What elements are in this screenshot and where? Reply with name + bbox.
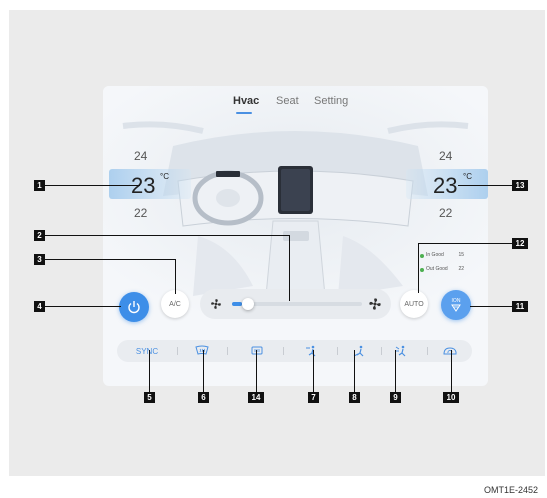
- vent-feet-icon: [395, 345, 406, 357]
- tab-hvac[interactable]: Hvac: [233, 95, 259, 107]
- ion-button[interactable]: ION: [441, 290, 471, 320]
- ac-button[interactable]: A/C: [161, 290, 189, 318]
- callout-line-13: [458, 185, 512, 186]
- tab-setting[interactable]: Setting: [314, 95, 348, 107]
- rear-defrost-button[interactable]: [242, 340, 272, 362]
- callout-marker: 8: [349, 392, 360, 403]
- vent-face-icon: [306, 345, 316, 357]
- front-defrost-icon: [195, 345, 209, 355]
- callout-line-9: [395, 350, 396, 392]
- separator: [337, 347, 338, 355]
- callout-line-4: [45, 306, 121, 307]
- ionizer-icon: [451, 304, 461, 312]
- fan-slider-fill: [232, 302, 242, 306]
- left-temp-upper[interactable]: 24: [134, 149, 147, 163]
- callout-marker: 13: [512, 180, 528, 191]
- callout-line-7: [313, 350, 314, 392]
- out-good-dot: [420, 268, 424, 272]
- rear-defrost-icon: [251, 346, 263, 355]
- fan-slider-track[interactable]: [232, 298, 362, 310]
- left-temp-unit: °C: [160, 172, 169, 181]
- sync-label: SYNC: [135, 346, 159, 356]
- callout-marker: 3: [34, 254, 45, 265]
- fan-high-icon: [369, 298, 381, 310]
- in-good-value: 15: [458, 252, 464, 258]
- callout-line-12-drop: [418, 243, 419, 293]
- separator: [427, 347, 428, 355]
- callout-marker: 7: [308, 392, 319, 403]
- vent-face-feet-icon: [353, 345, 364, 357]
- callout-line-2-drop: [289, 235, 290, 301]
- air-quality-in-row: In Good 15: [416, 252, 474, 261]
- callout-line-12: [418, 243, 512, 244]
- vent-face-button[interactable]: [297, 340, 327, 362]
- fan-low-icon: [211, 299, 221, 309]
- front-defrost-button[interactable]: [187, 340, 217, 362]
- callout-line-14: [256, 350, 257, 392]
- callout-marker: 14: [248, 392, 264, 403]
- air-quality-out-row: Out Good 22: [416, 266, 474, 275]
- air-quality-panel: In Good 15 Out Good 22: [416, 249, 474, 279]
- fan-slider-knob[interactable]: [242, 298, 254, 310]
- tab-seat[interactable]: Seat: [276, 95, 299, 107]
- callout-marker: 5: [144, 392, 155, 403]
- power-button[interactable]: [119, 292, 149, 322]
- auto-label: AUTO: [404, 300, 424, 308]
- callout-line-3: [45, 259, 175, 260]
- callout-line-1: [45, 185, 140, 186]
- left-temp-current[interactable]: 23: [131, 173, 155, 199]
- callout-line-5: [149, 350, 150, 392]
- out-good-label: Out Good: [426, 266, 448, 272]
- callout-marker: 4: [34, 301, 45, 312]
- vent-feet-button[interactable]: [387, 340, 417, 362]
- callout-marker: 12: [512, 238, 528, 249]
- in-good-label: In Good: [426, 252, 444, 258]
- active-tab-indicator: [236, 112, 252, 114]
- callout-line-6: [203, 350, 204, 392]
- figure-code: OMT1E-2452: [484, 485, 539, 495]
- separator: [177, 347, 178, 355]
- separator: [283, 347, 284, 355]
- callout-marker: 6: [198, 392, 209, 403]
- in-good-dot: [420, 254, 424, 258]
- callout-marker: 10: [443, 392, 459, 403]
- right-temp-upper[interactable]: 24: [439, 149, 452, 163]
- callout-marker: 11: [512, 301, 528, 312]
- power-icon: [128, 301, 140, 314]
- fan-speed-bar[interactable]: [200, 289, 391, 319]
- callout-marker: 1: [34, 180, 45, 191]
- separator: [381, 347, 382, 355]
- callout-line-8: [354, 350, 355, 392]
- auto-button[interactable]: AUTO: [400, 290, 428, 318]
- ac-label: A/C: [169, 300, 181, 308]
- separator: [227, 347, 228, 355]
- left-temp-lower[interactable]: 22: [134, 206, 147, 220]
- right-temp-current[interactable]: 23: [433, 173, 457, 199]
- right-temp-lower[interactable]: 22: [439, 206, 452, 220]
- callout-line-10: [451, 350, 452, 392]
- right-temp-unit: °C: [463, 172, 472, 181]
- out-good-value: 22: [458, 266, 464, 272]
- callout-line-2: [45, 235, 290, 236]
- vent-face-feet-button[interactable]: [345, 340, 375, 362]
- bottom-control-bar: SYNC: [117, 340, 472, 362]
- recirculation-icon: [443, 347, 457, 355]
- sync-button[interactable]: SYNC: [129, 340, 165, 362]
- recirculation-button[interactable]: [435, 340, 465, 362]
- car-interior-illustration: [103, 86, 488, 316]
- callout-line-11: [470, 306, 512, 307]
- callout-marker: 2: [34, 230, 45, 241]
- hvac-screen: Hvac Seat Setting 24 23 °C 22 24 23 °C 2…: [103, 86, 488, 386]
- callout-marker: 9: [390, 392, 401, 403]
- callout-line-3-drop: [175, 259, 176, 294]
